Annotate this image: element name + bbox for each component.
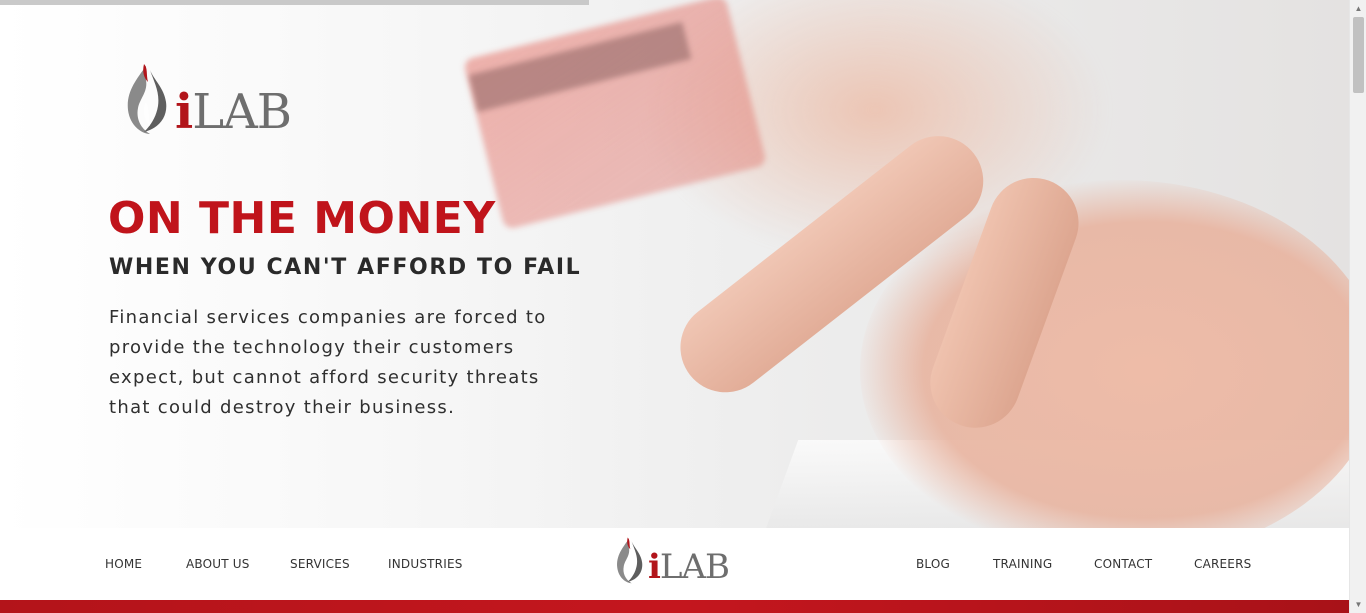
hero-body-text: Financial services companies are forced …: [109, 307, 547, 418]
nav-logo[interactable]: iLAB: [612, 535, 742, 591]
red-section-band: [0, 600, 1349, 613]
hero-section: iLAB ON THE MONEY WHEN YOU CAN'T AFFORD …: [0, 0, 1349, 528]
hero-headline: ON THE MONEY: [108, 193, 496, 244]
flame-logo-icon: [617, 537, 643, 584]
hero-subheadline: WHEN YOU CAN'T AFFORD TO FAIL: [109, 255, 582, 280]
nav-logo-wordmark: iLAB: [648, 547, 730, 587]
logo-wordmark: iLAB: [175, 84, 292, 140]
nav-industries[interactable]: INDUSTRIES: [388, 557, 463, 571]
scrollbar-thumb[interactable]: [1353, 17, 1364, 93]
nav-about-us[interactable]: ABOUT US: [186, 557, 250, 571]
nav-blog[interactable]: BLOG: [916, 557, 950, 571]
chevron-down-icon[interactable]: ▼: [1350, 596, 1366, 613]
chevron-up-icon[interactable]: ▲: [1350, 0, 1366, 17]
nav-services[interactable]: SERVICES: [290, 557, 350, 571]
flame-logo-icon: [127, 64, 167, 134]
nav-home[interactable]: HOME: [105, 557, 142, 571]
nav-contact[interactable]: CONTACT: [1094, 557, 1152, 571]
header-logo[interactable]: iLAB: [120, 62, 300, 142]
page-scrollbar[interactable]: ▲ ▼: [1349, 0, 1366, 613]
nav-careers[interactable]: CAREERS: [1194, 557, 1251, 571]
nav-training[interactable]: TRAINING: [993, 557, 1052, 571]
